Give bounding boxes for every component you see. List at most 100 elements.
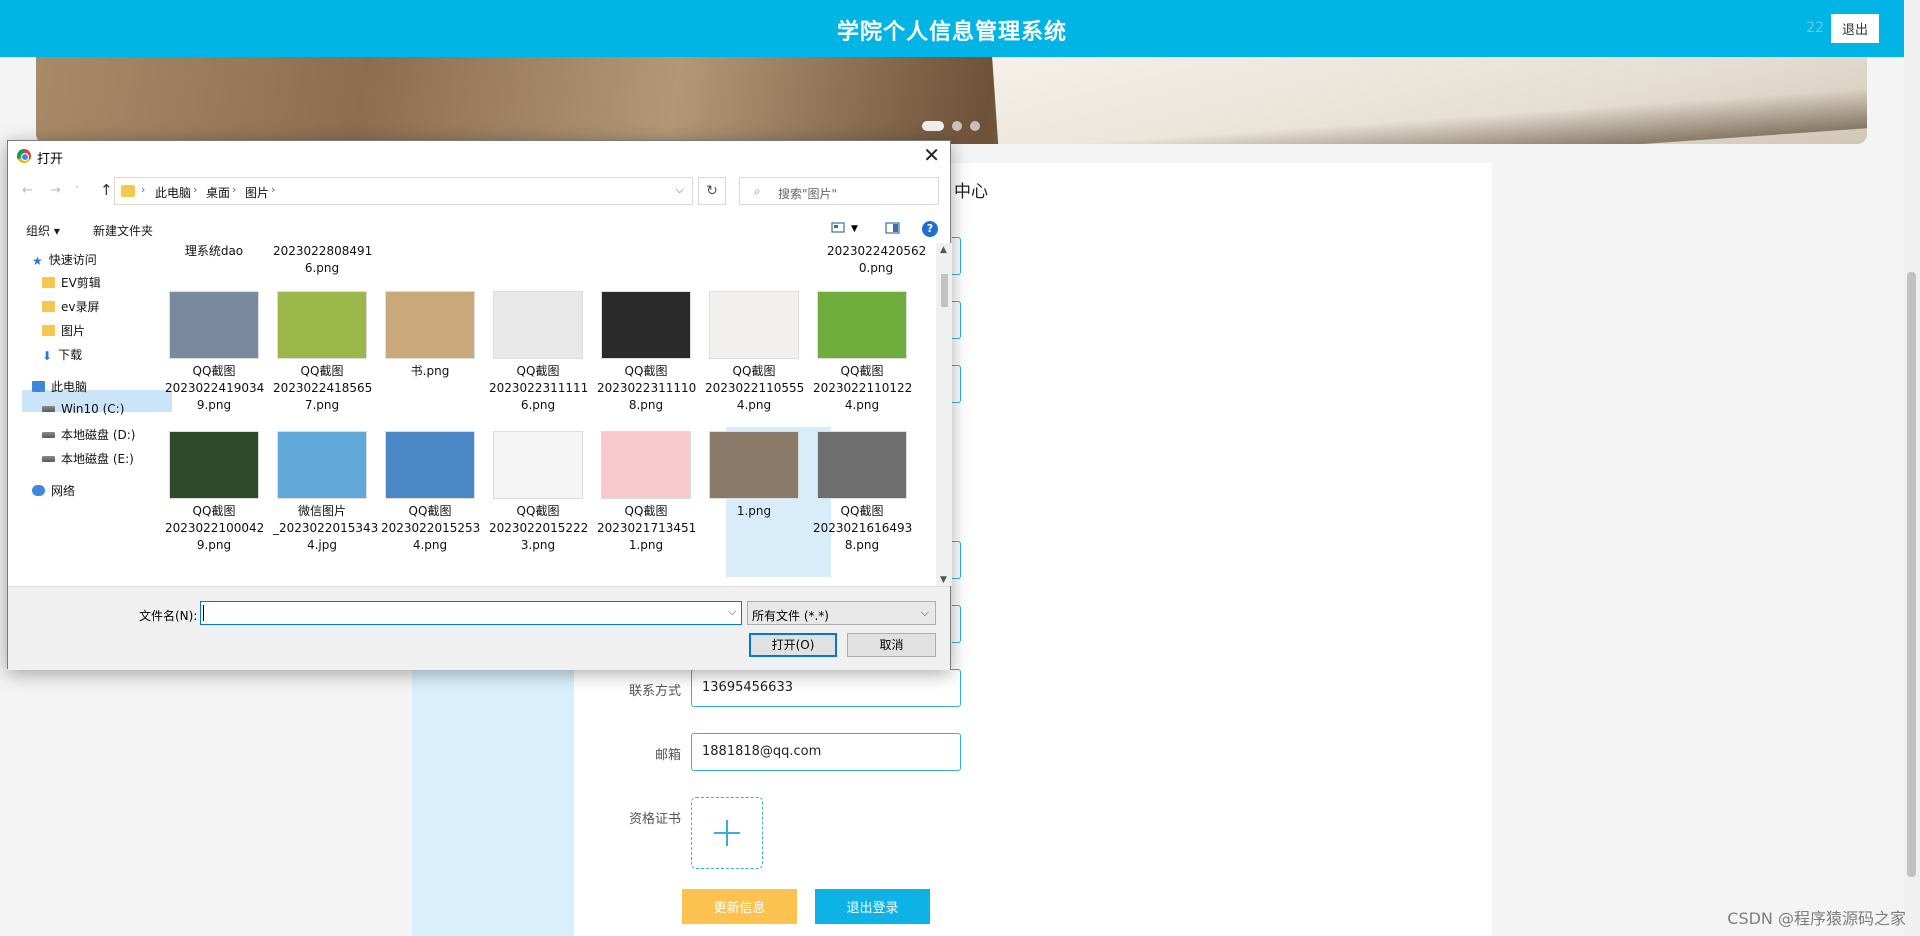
carousel-dot[interactable]	[970, 121, 980, 131]
file-name: QQ截图 2023022110555 4.png	[705, 364, 805, 412]
file-name: 书.png	[410, 364, 450, 378]
filename-label: 文件名(N):	[139, 609, 198, 623]
file-name: QQ截图 2023022015253 4.png	[381, 504, 481, 552]
section-title: 中心	[954, 182, 988, 202]
carousel-dot[interactable]	[952, 121, 962, 131]
file-item[interactable]: QQ截图 2023022110555 4.png	[705, 291, 805, 414]
breadcrumb-item[interactable]: 桌面	[206, 184, 230, 201]
preview-pane-icon[interactable]	[885, 221, 901, 235]
close-icon[interactable]: ✕	[923, 143, 940, 167]
chevron-down-icon[interactable]: ⌵	[728, 605, 736, 619]
nav-drive-e[interactable]: 本地磁盘 (E:)	[42, 450, 134, 467]
breadcrumb-item[interactable]: 图片	[245, 184, 269, 201]
file-item[interactable]: 理系统dao	[165, 243, 263, 260]
input-field-edge[interactable]	[952, 301, 961, 339]
file-item[interactable]: 书.png	[381, 291, 479, 380]
file-name: QQ截图 2023021713451 1.png	[597, 504, 697, 552]
nav-ev-edit[interactable]: EV剪辑	[42, 274, 101, 291]
nav-drive-d[interactable]: 本地磁盘 (D:)	[42, 426, 135, 443]
file-item[interactable]: QQ截图 2023021616493 8.png	[813, 431, 912, 554]
page-scrollbar-thumb[interactable]	[1907, 272, 1916, 877]
nav-ev-record[interactable]: ev录屏	[42, 298, 100, 315]
page-title: 学院个人信息管理系统	[836, 20, 1067, 45]
forward-icon[interactable]: →	[50, 183, 61, 198]
search-input[interactable]: ⌕ 搜索"图片"	[739, 177, 939, 205]
recent-dropdown-icon[interactable]: ˅	[75, 186, 80, 196]
file-item[interactable]: QQ截图 2023022015222 3.png	[489, 431, 588, 554]
view-icon[interactable]	[831, 221, 847, 235]
file-thumbnail	[277, 291, 367, 359]
nav-quick-access[interactable]: ★ 快速访问	[32, 251, 97, 268]
text-caret	[203, 605, 204, 621]
nav-this-pc[interactable]: 此电脑	[32, 378, 87, 395]
nav-downloads[interactable]: ⬇ 下载	[42, 346, 82, 363]
carousel-dot-active[interactable]	[922, 121, 944, 131]
file-item[interactable]: 2023022808491 6.png	[273, 243, 372, 277]
chevron-down-icon[interactable]: ⌵	[676, 183, 684, 197]
breadcrumb-item[interactable]: 此电脑	[155, 184, 191, 201]
download-icon: ⬇	[42, 349, 53, 363]
chevron-right-icon: ›	[232, 183, 237, 196]
certificate-upload[interactable]	[691, 797, 763, 869]
file-item[interactable]: QQ截图 2023022100042 9.png	[165, 431, 264, 554]
email-input[interactable]: 1881818@qq.com	[691, 733, 961, 771]
file-item[interactable]: QQ截图 2023022419034 9.png	[165, 291, 264, 414]
chevron-right-icon: ›	[271, 183, 276, 196]
file-thumbnail	[709, 291, 799, 359]
cancel-button[interactable]: 取消	[847, 633, 936, 657]
file-thumbnail	[601, 431, 691, 499]
file-name: QQ截图 2023022311110 8.png	[597, 364, 697, 412]
file-item[interactable]: QQ截图 2023022110122 4.png	[813, 291, 912, 414]
file-item[interactable]: QQ截图 2023021713451 1.png	[597, 431, 697, 554]
new-folder-button[interactable]: 新建文件夹	[93, 222, 153, 239]
nav-pictures[interactable]: 图片	[42, 322, 85, 339]
file-thumbnail	[493, 431, 583, 499]
drive-icon	[42, 432, 55, 438]
banner-image	[36, 57, 1867, 144]
nav-drive-c[interactable]: Win10 (C:)	[42, 402, 124, 416]
view-dropdown-icon[interactable]: ▼	[851, 224, 867, 238]
organize-button[interactable]: 组织 ▾	[26, 222, 60, 239]
file-item[interactable]: QQ截图 2023022015253 4.png	[381, 431, 481, 554]
computer-icon	[32, 381, 45, 392]
header-logout-button[interactable]: 退出	[1831, 14, 1879, 43]
update-info-button[interactable]: 更新信息	[682, 889, 797, 924]
navigation-pane: ★ 快速访问 EV剪辑 ev录屏 图片 ⬇ 下载 此电脑 Win10 (C:) 本地…	[8, 251, 165, 586]
watermark: CSDN @程序猿源码之家	[1727, 909, 1906, 928]
file-item[interactable]: QQ截图 2023022311111 6.png	[489, 291, 588, 414]
email-label: 邮箱	[654, 748, 681, 763]
file-item[interactable]: 1.png	[705, 431, 803, 520]
filetype-select[interactable]: 所有文件 (*.*) ⌵	[747, 601, 936, 625]
file-name: QQ截图 2023022418565 7.png	[273, 364, 373, 412]
nav-network[interactable]: 网络	[32, 482, 75, 499]
file-open-dialog: 打开 ✕ ← → ˅ ↑ › 此电脑 › 桌面 › 图片 › ⌵ ↻ ⌕ 搜索"…	[7, 140, 952, 670]
network-icon	[32, 485, 45, 496]
help-icon[interactable]: ?	[922, 221, 938, 237]
file-thumbnail	[385, 291, 475, 359]
file-item[interactable]: QQ截图 2023022418565 7.png	[273, 291, 373, 414]
file-item[interactable]: 2023022420562 0.png	[827, 243, 926, 277]
nav-label: 此电脑	[51, 380, 88, 394]
input-field-edge[interactable]	[952, 605, 961, 643]
input-field-edge[interactable]	[952, 365, 961, 403]
file-list-scrollbar-thumb[interactable]	[941, 274, 948, 307]
input-field-edge[interactable]	[952, 541, 961, 579]
file-item[interactable]: 微信图片 _2023022015343 4.jpg	[273, 431, 378, 554]
up-icon[interactable]: ↑	[100, 181, 113, 199]
filename-input[interactable]	[200, 601, 742, 625]
open-button[interactable]: 打开(O)	[749, 633, 837, 657]
scroll-down-icon[interactable]: ▼	[940, 575, 947, 585]
logout-button[interactable]: 退出登录	[815, 889, 930, 924]
username-label: 22	[1806, 20, 1824, 36]
section-header	[936, 163, 1492, 219]
address-bar[interactable]: › 此电脑 › 桌面 › 图片 › ⌵	[114, 177, 693, 205]
refresh-icon[interactable]: ↻	[698, 177, 726, 205]
file-item[interactable]: QQ截图 2023022311110 8.png	[597, 291, 697, 414]
contact-input[interactable]: 13695456633	[691, 669, 961, 707]
search-icon: ⌕	[754, 184, 761, 198]
file-thumbnail	[493, 291, 583, 359]
scroll-up-icon[interactable]: ▲	[940, 245, 947, 255]
back-icon[interactable]: ←	[22, 183, 33, 198]
input-field-edge[interactable]	[952, 237, 961, 275]
nav-label: Win10 (C:)	[61, 402, 125, 416]
